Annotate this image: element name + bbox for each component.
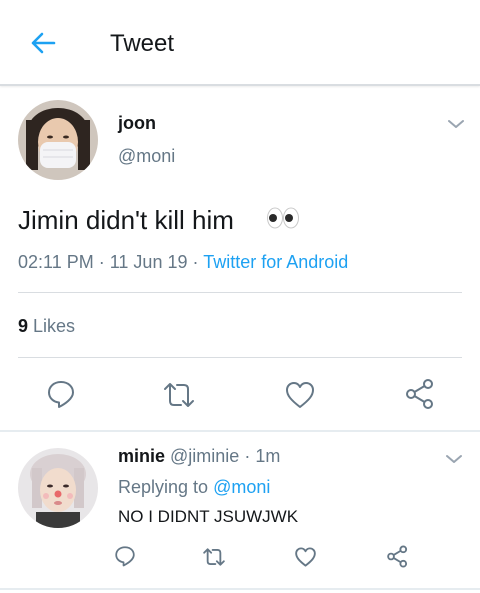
- back-arrow-icon[interactable]: [28, 28, 58, 58]
- top-bar: Tweet: [0, 0, 480, 86]
- reply-avatar[interactable]: [18, 448, 98, 528]
- author-name[interactable]: joon: [118, 113, 156, 134]
- tweet-meta: 02:11 PM · 11 Jun 19 · Twitter for Andro…: [18, 252, 348, 273]
- divider: [0, 430, 480, 432]
- share-icon[interactable]: [404, 378, 436, 410]
- likes-label: Likes: [33, 316, 76, 336]
- tweet-time: 02:11 PM: [18, 252, 94, 272]
- chevron-down-icon[interactable]: [446, 117, 466, 131]
- likes-count: 9: [18, 316, 29, 336]
- avatar[interactable]: [18, 100, 98, 180]
- tweet-text: Jimin didn't kill him: [18, 205, 234, 235]
- like-icon[interactable]: [294, 546, 317, 568]
- likes-stat[interactable]: 9 Likes: [18, 316, 75, 337]
- like-icon[interactable]: [284, 380, 316, 410]
- reply-text: NO I DIDNT JSUWJWK: [118, 507, 299, 526]
- tweet-date: 11 Jun 19: [109, 252, 188, 272]
- chevron-down-icon[interactable]: [444, 452, 464, 466]
- share-icon[interactable]: [386, 545, 409, 568]
- retweet-icon[interactable]: [162, 381, 196, 409]
- divider: [18, 292, 462, 293]
- meta-separator: ·: [244, 446, 251, 466]
- meta-separator: ·: [192, 252, 199, 272]
- reply-age: 1m: [255, 446, 281, 466]
- page-title: Tweet: [110, 30, 175, 57]
- retweet-icon[interactable]: [202, 547, 226, 567]
- divider: [0, 588, 480, 590]
- author-handle[interactable]: @moni: [118, 146, 175, 167]
- reply-icon[interactable]: [114, 545, 136, 567]
- reply-author-name[interactable]: minie: [118, 446, 165, 466]
- replying-to: Replying to @moni: [118, 477, 270, 498]
- replying-prefix: Replying to: [118, 477, 209, 497]
- reply-header: minie @jiminie · 1m: [118, 446, 280, 467]
- eyes-emoji-icon: [267, 207, 299, 229]
- avatar-photo: [18, 100, 98, 180]
- divider: [18, 357, 462, 358]
- tweet-source-link[interactable]: Twitter for Android: [203, 252, 348, 272]
- meta-separator: ·: [98, 252, 105, 272]
- replying-mention-link[interactable]: @moni: [213, 477, 270, 497]
- reply-author-handle[interactable]: @jiminie: [170, 446, 239, 466]
- reply-icon[interactable]: [46, 379, 76, 409]
- reply-avatar-photo: [18, 448, 98, 528]
